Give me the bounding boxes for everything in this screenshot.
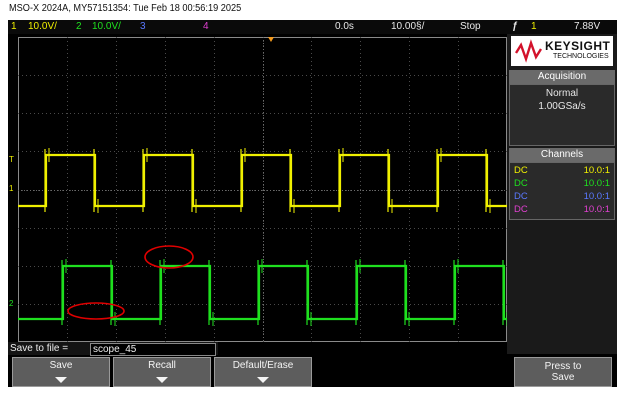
right-side-panel: KEYSIGHT TECHNOLOGIES Acquisition Normal… xyxy=(507,34,617,354)
ch4-probe: 10.0:1 xyxy=(583,204,610,215)
channel-row-2[interactable]: DC 10.0:1 xyxy=(512,178,612,190)
save-file-label: Save to file = xyxy=(10,343,69,354)
status-bar: 1 10.0V/ 2 10.0V/ 3 4 0.0s 10.00§/ Stop … xyxy=(8,20,617,34)
channel-row-3[interactable]: DC 10.0:1 xyxy=(512,191,612,203)
oscilloscope-screen: 1 10.0V/ 2 10.0V/ 3 4 0.0s 10.00§/ Stop … xyxy=(8,20,617,387)
trigger-source[interactable]: 1 xyxy=(531,21,537,32)
press-to-save-label: Press to Save xyxy=(544,361,582,383)
channel-row-1[interactable]: DC 10.0:1 xyxy=(512,165,612,177)
trigger-position-marker xyxy=(268,37,274,42)
channels-header: Channels xyxy=(509,148,615,162)
press-to-save-softkey[interactable]: Press to Save xyxy=(514,357,612,387)
acquisition-box[interactable]: Normal 1.00GSa/s xyxy=(509,84,615,146)
filename-value: scope_45 xyxy=(93,344,137,355)
time-scale[interactable]: 10.00§/ xyxy=(391,21,424,32)
channel-2-trace xyxy=(18,259,507,326)
graticule xyxy=(18,37,507,342)
save-softkey-label: Save xyxy=(49,360,73,371)
annotation-circle-high xyxy=(144,245,194,269)
recall-softkey-label: Recall xyxy=(148,360,176,371)
channel-row-4[interactable]: DC 10.0:1 xyxy=(512,204,612,216)
acquisition-mode: Normal xyxy=(545,88,579,99)
ch4-coupling: DC xyxy=(514,204,528,215)
chevron-down-icon xyxy=(156,377,168,383)
acquisition-header: Acquisition xyxy=(509,70,615,84)
ch1-coupling: DC xyxy=(514,165,528,176)
ch4-number[interactable]: 4 xyxy=(203,21,209,32)
trigger-level[interactable]: 7.88V xyxy=(574,21,600,32)
ch1-probe: 10.0:1 xyxy=(583,165,610,176)
ch1-number[interactable]: 1 xyxy=(11,21,17,32)
logo-brand: KEYSIGHT xyxy=(545,39,611,53)
chevron-down-icon xyxy=(257,377,269,383)
window-title: MSO-X 2024A, MY57151354: Tue Feb 18 00:5… xyxy=(9,3,242,14)
ch3-coupling: DC xyxy=(514,191,528,202)
ch2-probe: 10.0:1 xyxy=(583,178,610,189)
waveform-grid xyxy=(18,37,507,342)
ch2-scale[interactable]: 10.0V/ xyxy=(92,21,121,32)
ch2-number[interactable]: 2 xyxy=(76,21,82,32)
ch3-number[interactable]: 3 xyxy=(140,21,146,32)
channels-box[interactable]: DC 10.0:1 DC 10.0:1 DC 10.0:1 DC 10.0:1 xyxy=(509,162,615,220)
recall-softkey[interactable]: Recall xyxy=(113,357,211,387)
channel-1-trace xyxy=(18,148,507,213)
time-offset[interactable]: 0.0s xyxy=(335,21,354,32)
ch2-ground-marker[interactable]: 2 xyxy=(9,299,13,308)
ch1-scale[interactable]: 10.0V/ xyxy=(28,21,57,32)
default-erase-softkey[interactable]: Default/Erase xyxy=(214,357,312,387)
save-softkey[interactable]: Save xyxy=(12,357,110,387)
logo-subtitle: TECHNOLOGIES xyxy=(553,53,609,60)
filename-field[interactable]: scope_45 xyxy=(90,343,216,356)
save-file-bar: Save to file = scope_45 xyxy=(8,342,218,356)
ch3-probe: 10.0:1 xyxy=(583,191,610,202)
keysight-wave-icon xyxy=(515,39,543,63)
chevron-down-icon xyxy=(55,377,67,383)
annotation-circle-low xyxy=(67,302,125,320)
trigger-edge-icon: ƒ xyxy=(512,21,518,32)
default-erase-softkey-label: Default/Erase xyxy=(232,360,294,371)
wave2-line xyxy=(18,264,507,321)
ch2-coupling: DC xyxy=(514,178,528,189)
ch1-ground-marker[interactable]: 1 xyxy=(9,184,13,193)
keysight-logo: KEYSIGHT TECHNOLOGIES xyxy=(511,36,613,66)
run-state[interactable]: Stop xyxy=(460,21,481,32)
wave1-line xyxy=(18,153,507,208)
trigger-level-marker[interactable]: T xyxy=(9,155,14,164)
sample-rate: 1.00GSa/s xyxy=(538,101,586,112)
